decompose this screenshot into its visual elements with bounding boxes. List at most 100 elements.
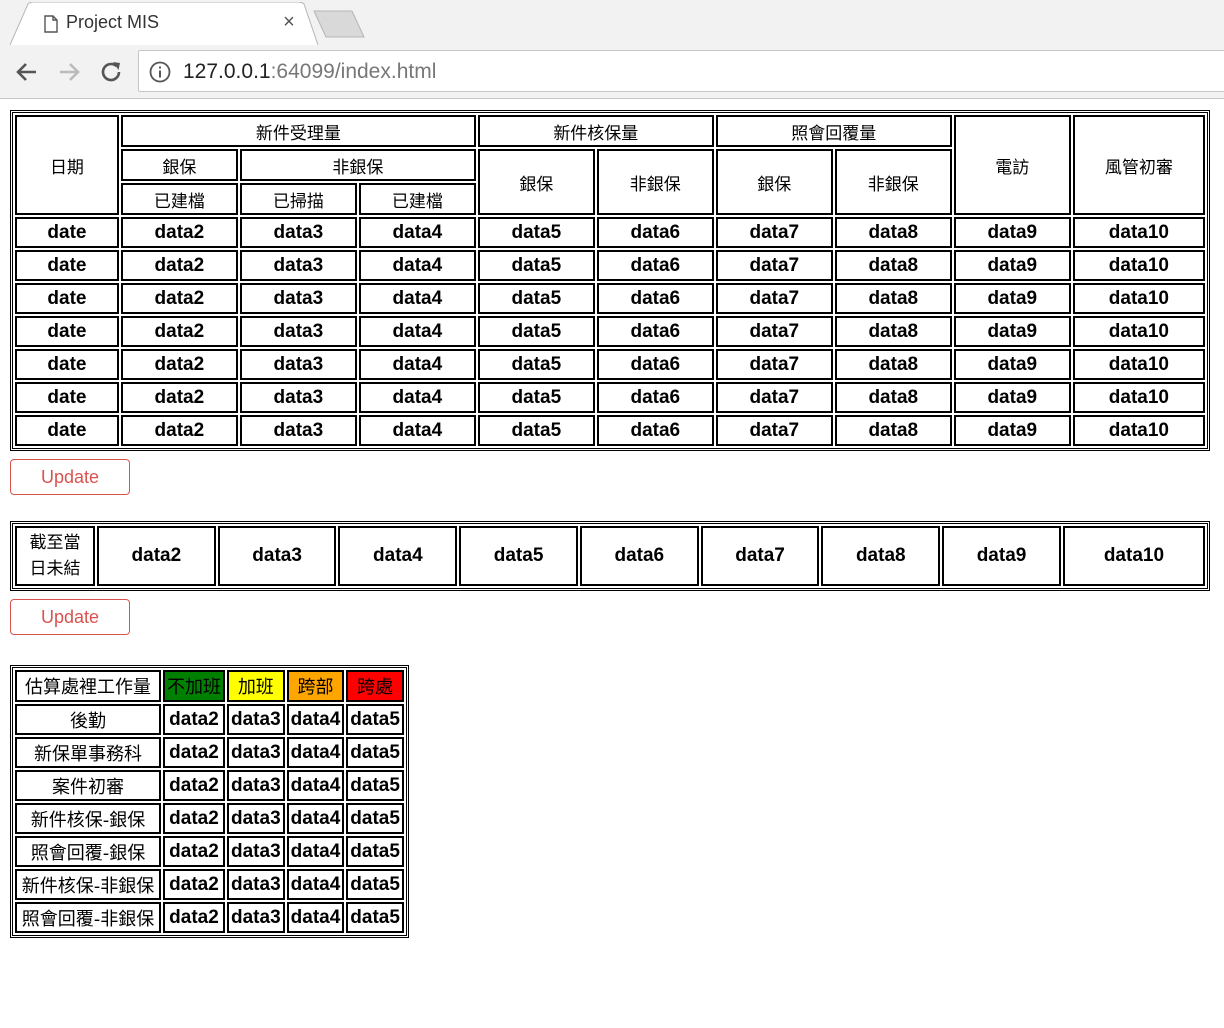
workload-row-label: 新保單事務科 [15, 737, 161, 768]
data-cell: data9 [953, 349, 1071, 380]
header-uw-non-bank: 非銀保 [596, 149, 714, 215]
date-cell: date [15, 283, 119, 314]
workload-level-header: 加班 [227, 670, 285, 702]
data-cell: data2 [120, 250, 238, 281]
data-cell: data9 [953, 316, 1071, 347]
data-cell: data3 [227, 803, 285, 834]
table-row: date data2 data3 data4 data5 data6 data7 data8 d… [15, 382, 1205, 413]
data-cell: data2 [120, 415, 238, 446]
pending-row: 截至當 日未結 data2 data3 data4 data5 data6 data7 dat… [15, 526, 1205, 586]
workload-row-label: 後勤 [15, 704, 161, 735]
data-cell: data3 [227, 836, 285, 867]
table-row: 後勤 data2 data3 data4 data5 [15, 704, 404, 735]
browser-toolbar: 127.0.0.1:64099/index.html [0, 45, 1224, 99]
data-cell: data5 [346, 803, 404, 834]
workload-table: 估算處裡工作量 不加班 加班 跨部 跨處 後勤 data2 data3 data4 data5… [10, 665, 409, 938]
workload-level-header: 不加班 [163, 670, 225, 702]
pending-value-cell: data4 [338, 526, 458, 586]
address-bar[interactable]: 127.0.0.1:64099/index.html [138, 50, 1224, 92]
info-icon[interactable] [149, 61, 171, 83]
data-cell: data7 [715, 217, 833, 248]
data-cell: data4 [358, 250, 476, 281]
data-cell: data10 [1072, 217, 1205, 248]
data-cell: data3 [227, 737, 285, 768]
data-cell: data10 [1072, 250, 1205, 281]
data-cell: data3 [227, 704, 285, 735]
header-new-cases-underwritten: 新件核保量 [477, 115, 714, 147]
data-cell: data4 [286, 737, 345, 768]
new-tab-button[interactable] [312, 10, 366, 38]
data-cell: data5 [346, 770, 404, 801]
pending-value-cell: data7 [700, 526, 820, 586]
data-cell: data7 [715, 382, 833, 413]
data-cell: data8 [834, 316, 952, 347]
data-cell: data10 [1072, 349, 1205, 380]
data-cell: data5 [477, 217, 595, 248]
update-button[interactable]: Update [10, 459, 130, 495]
header-scanned: 已掃描 [239, 183, 357, 215]
tab-close-icon[interactable]: × [280, 11, 298, 33]
data-cell: data3 [239, 217, 357, 248]
pending-label: 截至當 日未結 [15, 526, 95, 586]
table-row: date data2 data3 data4 data5 data6 data7 data8 d… [15, 217, 1205, 248]
data-cell: data3 [239, 283, 357, 314]
data-cell: data5 [477, 283, 595, 314]
data-cell: data5 [477, 250, 595, 281]
data-cell: data7 [715, 316, 833, 347]
header-non-bank: 非銀保 [239, 149, 476, 181]
pending-update-button[interactable]: Update [10, 599, 130, 635]
pending-value-cell: data6 [579, 526, 699, 586]
data-cell: data5 [477, 349, 595, 380]
data-cell: data4 [358, 283, 476, 314]
data-cell: data2 [163, 869, 225, 900]
data-cell: data4 [358, 415, 476, 446]
data-cell: data9 [953, 382, 1071, 413]
date-cell: date [15, 349, 119, 380]
pending-value-cell: data10 [1062, 526, 1205, 586]
pending-value-cell: data8 [821, 526, 941, 586]
table-row: 新件核保-銀保 data2 data3 data4 data5 [15, 803, 404, 834]
data-cell: data9 [953, 217, 1071, 248]
header-date: 日期 [15, 115, 119, 215]
data-cell: data8 [834, 250, 952, 281]
data-cell: data6 [596, 415, 714, 446]
data-cell: data10 [1072, 283, 1205, 314]
document-icon [44, 15, 58, 33]
workload-row-label: 新件核保-銀保 [15, 803, 161, 834]
data-cell: data3 [227, 869, 285, 900]
pending-table: 截至當 日未結 data2 data3 data4 data5 data6 data7 dat… [10, 521, 1210, 591]
data-cell: data2 [120, 382, 238, 413]
table-row: date data2 data3 data4 data5 data6 data7 data8 d… [15, 415, 1205, 446]
data-cell: data10 [1072, 382, 1205, 413]
data-cell: data3 [239, 316, 357, 347]
data-cell: data4 [286, 902, 345, 933]
data-cell: data7 [715, 250, 833, 281]
table-row: date data2 data3 data4 data5 data6 data7 data8 d… [15, 283, 1205, 314]
data-cell: data2 [163, 770, 225, 801]
data-cell: data3 [227, 770, 285, 801]
data-cell: data5 [477, 415, 595, 446]
header-filed-non-bank: 已建檔 [358, 183, 476, 215]
data-cell: data4 [286, 803, 345, 834]
table-row: 案件初審 data2 data3 data4 data5 [15, 770, 404, 801]
workload-row-label: 照會回覆-非銀保 [15, 902, 161, 933]
data-cell: data2 [163, 737, 225, 768]
data-cell: data4 [286, 869, 345, 900]
data-cell: data4 [286, 704, 345, 735]
data-cell: data10 [1072, 415, 1205, 446]
data-cell: data9 [953, 250, 1071, 281]
reload-icon[interactable] [96, 57, 126, 87]
data-cell: data5 [477, 316, 595, 347]
data-cell: data2 [120, 316, 238, 347]
data-cell: data4 [358, 382, 476, 413]
date-cell: date [15, 382, 119, 413]
url-path: :64099/index.html [270, 60, 437, 83]
forward-arrow-icon[interactable] [54, 57, 84, 87]
browser-tab[interactable]: Project MIS × [10, 2, 318, 45]
workload-body: 後勤 data2 data3 data4 data5 新保單事務科 data2 data3 da… [15, 704, 404, 933]
table-row: 新件核保-非銀保 data2 data3 data4 data5 [15, 869, 404, 900]
data-cell: data3 [239, 349, 357, 380]
browser-tab-strip: Project MIS × [0, 0, 1224, 45]
back-arrow-icon[interactable] [12, 57, 42, 87]
data-cell: data6 [596, 283, 714, 314]
